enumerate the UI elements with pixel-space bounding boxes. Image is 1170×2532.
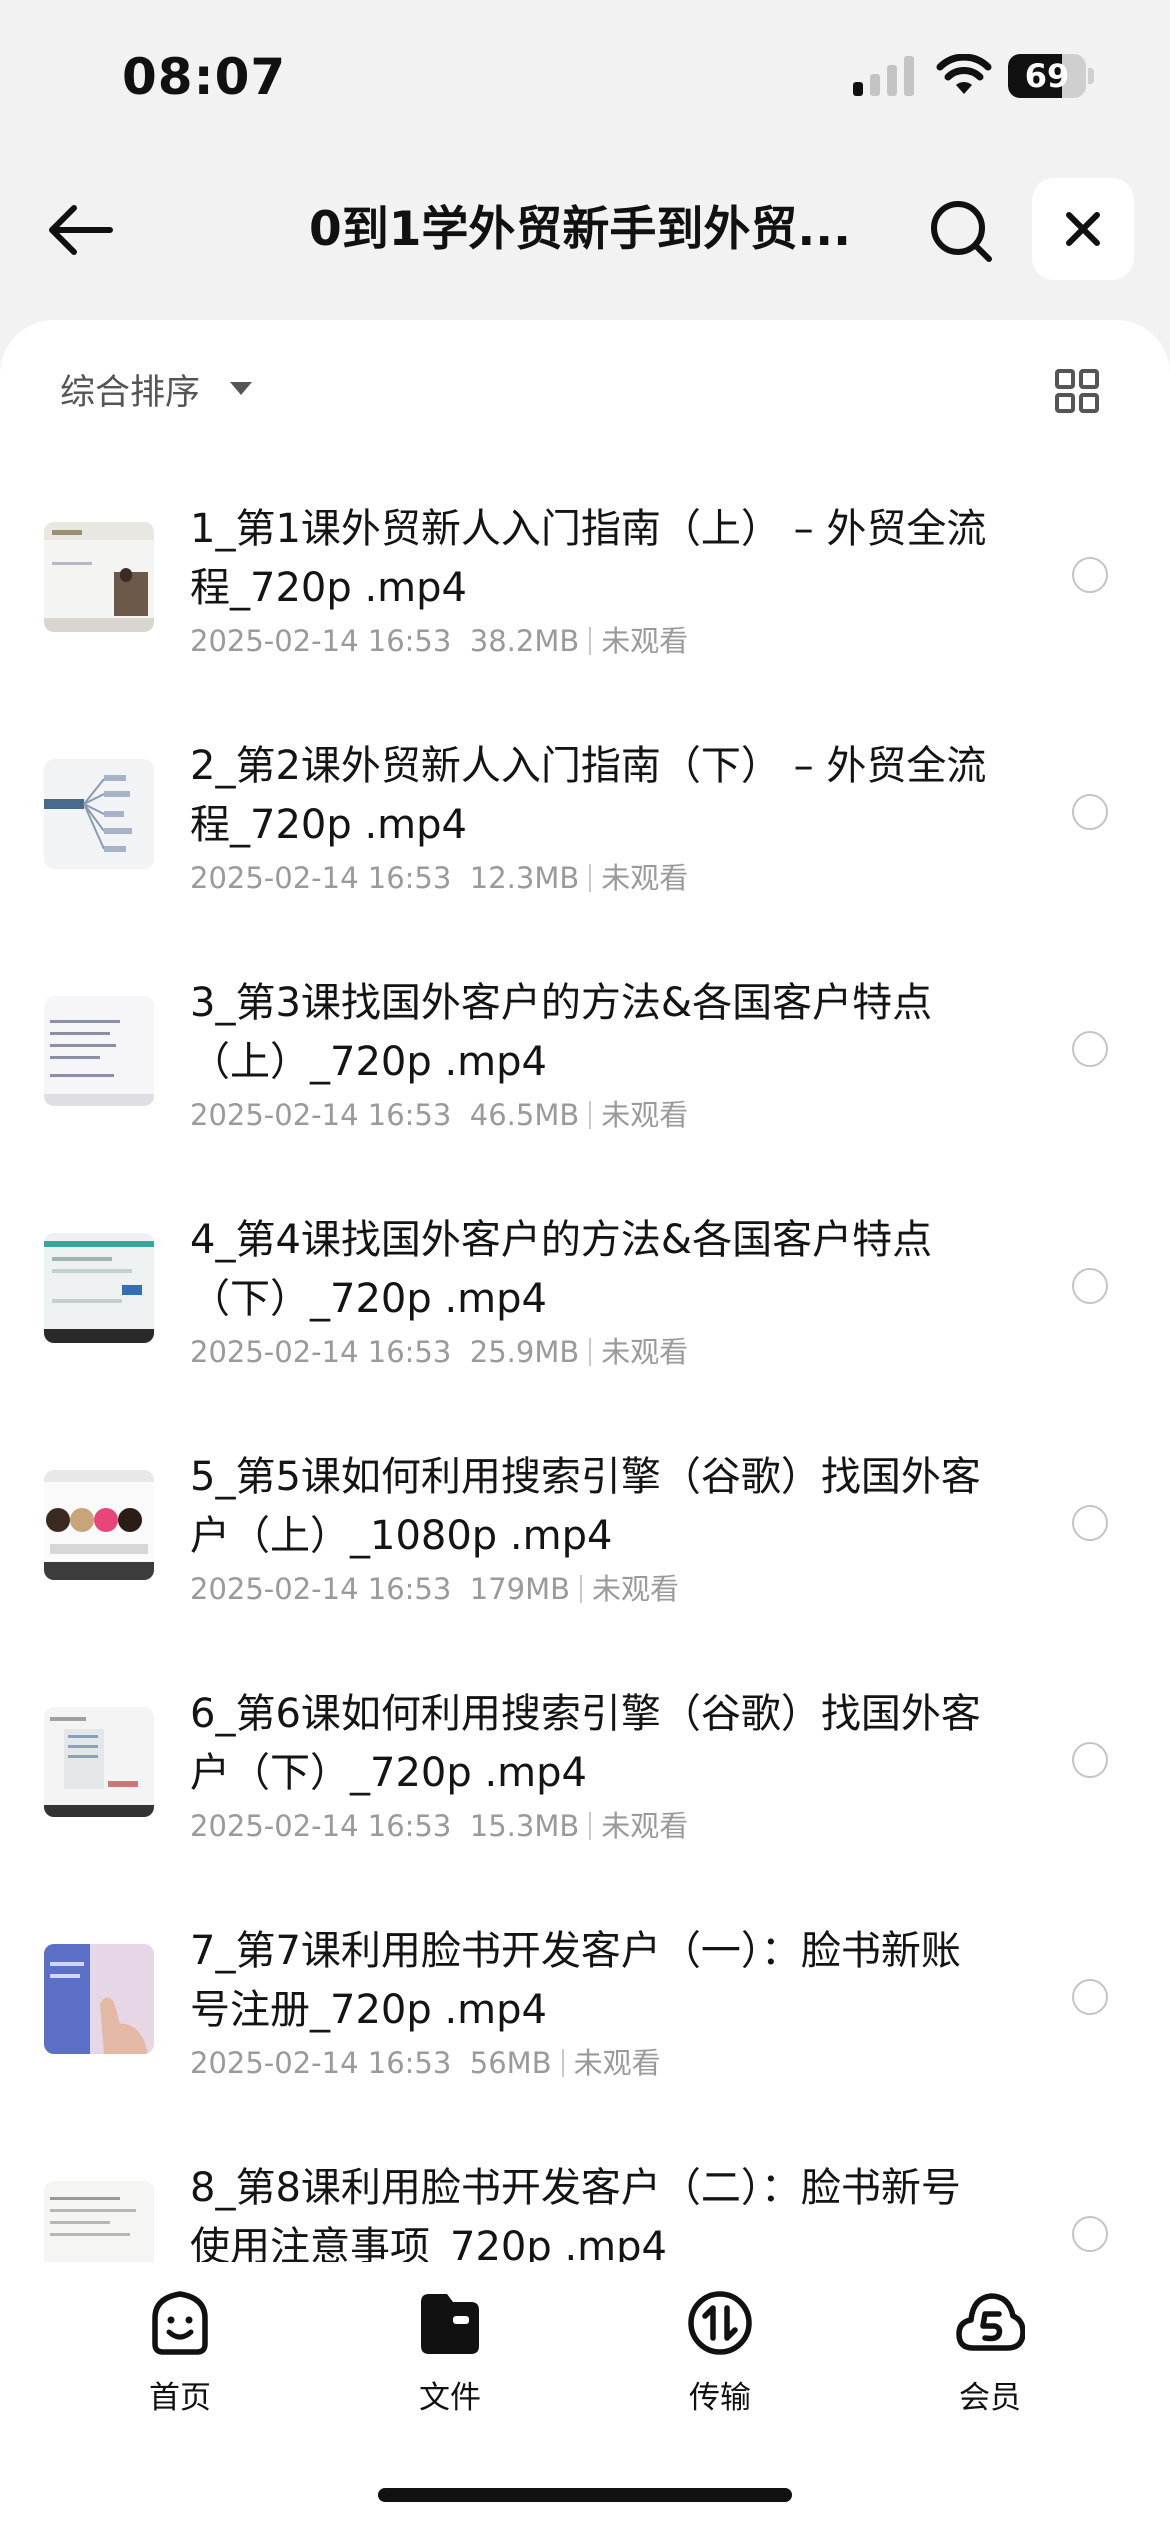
file-item[interactable]: 1_第1课外贸新人入门指南（上） – 外贸全流程_720p .mp4 2025-… [0,460,1170,697]
file-date: 2025-02-14 16:53 [190,1809,452,1843]
search-icon[interactable] [925,195,997,267]
watch-status: 未观看 [573,2046,661,2080]
file-meta: 2025-02-14 16:53 15.3MB 未观看 [190,1803,688,1845]
sort-dropdown[interactable]: 综合排序 [60,364,200,415]
vip-cloud-icon [956,2293,1025,2351]
battery-percent: 69 [1024,57,1070,95]
arrow-left-icon[interactable] [40,194,120,266]
video-thumbnail [44,1944,154,2054]
watch-status: 未观看 [601,1809,689,1843]
sort-bar: 综合排序 [0,320,1170,460]
video-thumbnail [44,1470,154,1580]
status-time: 08:07 [122,48,287,106]
select-radio[interactable] [1072,794,1108,830]
file-item[interactable]: 6_第6课如何利用搜索引擎（谷歌）找国外客户（下）_720p .mp4 2025… [0,1645,1170,1882]
battery-icon: 69 [1008,54,1094,98]
folder-icon [421,2294,479,2354]
select-radio[interactable] [1072,1268,1108,1304]
file-item[interactable]: 4_第4课找国外客户的方法&各国客户特点（下）_720p .mp4 2025-0… [0,1171,1170,1408]
file-size: 179MB [469,1572,571,1606]
status-bar: 08:07 69 [0,0,1170,150]
file-item[interactable]: 5_第5课如何利用搜索引擎（谷歌）找国外客户（上）_1080p .mp4 202… [0,1408,1170,1645]
video-thumbnail [44,1233,154,1343]
select-radio[interactable] [1072,557,1108,593]
file-list: 1_第1课外贸新人入门指南（上） – 外贸全流程_720p .mp4 2025-… [0,460,1170,2356]
file-date: 2025-02-14 16:53 [190,1335,452,1369]
nav-label: 文件 [419,2380,481,2416]
watch-status: 未观看 [601,1335,689,1369]
file-name: 4_第4课找国外客户的方法&各国客户特点（下）_720p .mp4 [190,1217,933,1322]
file-date: 2025-02-14 16:53 [190,1098,452,1132]
select-radio[interactable] [1072,1742,1108,1778]
bottom-nav: 首页 文件 传输 会员 [0,2262,1170,2532]
close-icon [1066,212,1100,246]
video-thumbnail [44,996,154,1106]
caret-down-icon[interactable] [230,382,252,395]
file-name: 3_第3课找国外客户的方法&各国客户特点（上）_720p .mp4 [190,980,933,1085]
video-thumbnail [44,759,154,869]
video-thumbnail [44,522,154,632]
file-item[interactable]: 3_第3课找国外客户的方法&各国客户特点（上）_720p .mp4 2025-0… [0,934,1170,1171]
file-name: 5_第5课如何利用搜索引擎（谷歌）找国外客户（上）_1080p .mp4 [190,1454,981,1559]
file-size: 38.2MB [469,624,580,658]
file-name: 2_第2课外贸新人入门指南（下） – 外贸全流程_720p .mp4 [190,743,987,848]
file-date: 2025-02-14 16:53 [190,2046,452,2080]
nav-label: 传输 [689,2380,751,2416]
file-meta: 2025-02-14 16:53 38.2MB 未观看 [190,618,688,660]
nav-label: 会员 [959,2380,1021,2416]
screen: 08:07 69 0到1学外贸新手到外贸... 综合排序 1_第1课外贸新人入门… [0,0,1170,2532]
file-meta: 2025-02-14 16:53 46.5MB 未观看 [190,1092,688,1134]
select-radio[interactable] [1072,1031,1108,1067]
file-size: 46.5MB [469,1098,580,1132]
wifi-icon [936,54,992,94]
file-name: 6_第6课如何利用搜索引擎（谷歌）找国外客户（下）_720p .mp4 [190,1691,981,1796]
nav-home[interactable]: 首页 [95,2288,265,2418]
file-meta: 2025-02-14 16:53 179MB 未观看 [190,1566,679,1608]
nav-transfer[interactable]: 传输 [635,2288,805,2418]
file-item[interactable]: 7_第7课利用脸书开发客户（一）：脸书新账号注册_720p .mp4 2025-… [0,1882,1170,2119]
file-name: 8_第8课利用脸书开发客户（二）：脸书新号使用注意事项_720p .mp4 [190,2165,961,2270]
select-radio[interactable] [1072,1979,1108,2015]
home-indicator[interactable] [378,2488,792,2502]
grid-view-icon[interactable] [1054,368,1100,414]
file-item[interactable]: 2_第2课外贸新人入门指南（下） – 外贸全流程_720p .mp4 2025-… [0,697,1170,934]
file-date: 2025-02-14 16:53 [190,1572,452,1606]
watch-status: 未观看 [601,1098,689,1132]
page-title: 0到1学外贸新手到外贸... [309,202,851,257]
home-face-icon [152,2291,208,2355]
file-size: 15.3MB [469,1809,580,1843]
file-meta: 2025-02-14 16:53 25.9MB 未观看 [190,1329,688,1371]
watch-status: 未观看 [601,624,689,658]
transfer-icon [688,2291,752,2355]
file-panel: 综合排序 1_第1课外贸新人入门指南（上） – 外贸全流程_720p .mp4 … [0,320,1170,2532]
cellular-signal-icon [853,56,914,96]
file-meta: 2025-02-14 16:53 56MB 未观看 [190,2040,661,2082]
video-thumbnail [44,1707,154,1817]
file-meta: 2025-02-14 16:53 12.3MB 未观看 [190,855,688,897]
file-size: 56MB [469,2046,552,2080]
file-name: 7_第7课利用脸书开发客户（一）：脸书新账号注册_720p .mp4 [190,1928,961,2033]
file-date: 2025-02-14 16:53 [190,861,452,895]
file-name: 1_第1课外贸新人入门指南（上） – 外贸全流程_720p .mp4 [190,506,987,611]
nav-vip[interactable]: 会员 [905,2288,1075,2418]
file-size: 25.9MB [469,1335,580,1369]
watch-status: 未观看 [601,861,689,895]
file-size: 12.3MB [469,861,580,895]
nav-files[interactable]: 文件 [365,2288,535,2418]
file-date: 2025-02-14 16:53 [190,624,452,658]
top-bar: 0到1学外贸新手到外贸... [0,170,1170,290]
close-button[interactable] [1032,178,1134,280]
nav-label: 首页 [149,2380,211,2416]
watch-status: 未观看 [592,1572,680,1606]
select-radio[interactable] [1072,2216,1108,2252]
select-radio[interactable] [1072,1505,1108,1541]
